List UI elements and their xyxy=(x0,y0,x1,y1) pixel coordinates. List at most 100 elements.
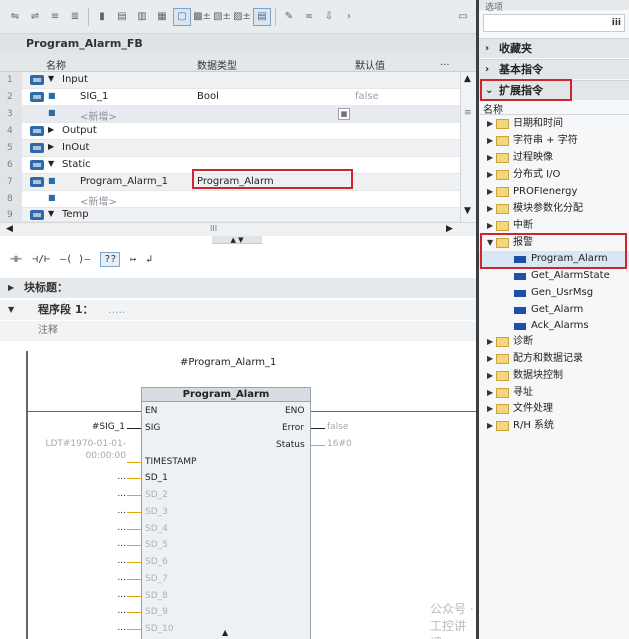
tree-item-get-alarm[interactable]: Get_Alarm xyxy=(479,302,629,318)
splitter-handle[interactable]: ▲ ▼ xyxy=(212,236,262,244)
close-branch-button[interactable]: ↲ xyxy=(146,254,152,265)
scroll-thumb[interactable]: III xyxy=(210,224,217,233)
expand-arrow-icon[interactable]: ▶ xyxy=(487,401,493,417)
sd-operand[interactable]: ... xyxy=(110,590,126,600)
collapse-arrow-icon[interactable]: ▼ xyxy=(48,159,54,168)
tree-item-get-alarmstate[interactable]: Get_AlarmState xyxy=(479,268,629,284)
grid-icon[interactable]: ▤ xyxy=(253,7,271,26)
tree-item-file-handling[interactable]: ▶ 文件处理 xyxy=(479,401,629,417)
sd-operand[interactable]: ... xyxy=(110,556,126,566)
sd-operand[interactable]: ... xyxy=(110,472,126,482)
tree-item-process-image[interactable]: ▶ 过程映像 xyxy=(479,150,629,166)
timestamp-operand[interactable]: LDT#1970-01-01-00:00:00 xyxy=(40,438,126,462)
interface-row[interactable]: 2 ■ SIG_1 Bool false xyxy=(0,89,460,106)
empty-box-button[interactable]: ?? xyxy=(100,251,121,267)
favorites-section[interactable]: › 收藏夹 xyxy=(479,38,629,58)
sd-operand[interactable]: ... xyxy=(110,489,126,499)
expand-arrow-icon[interactable]: ▶ xyxy=(487,368,493,384)
expand-arrow-icon[interactable]: ▶ xyxy=(487,184,493,200)
tree-item-diagnostics[interactable]: ▶ 诊断 xyxy=(479,334,629,350)
status-operand[interactable]: 16#0 xyxy=(327,439,352,449)
interface-row[interactable]: 8 ■ <新增> xyxy=(0,191,460,208)
expand-arrow-icon[interactable]: ▶ xyxy=(48,142,54,151)
open-branch-button[interactable]: ↦ xyxy=(130,254,136,265)
tree-item-recipes[interactable]: ▶ 配方和数据记录 xyxy=(479,351,629,367)
toolbar-more-icon[interactable]: › xyxy=(340,8,358,26)
tree-item-profienergy[interactable]: ▶ PROFIenergy xyxy=(479,184,629,200)
add-row-icon[interactable]: ≣ xyxy=(66,8,84,26)
snapshot-icon[interactable]: ▨± xyxy=(233,8,251,26)
tree-item-interrupts[interactable]: ▶ 中断 xyxy=(479,218,629,234)
search-options-icon[interactable]: iii xyxy=(612,18,621,28)
collapse-arrow-icon[interactable]: ▼ xyxy=(48,209,54,218)
compare-icon[interactable]: ✎ xyxy=(280,8,298,26)
network-comment[interactable]: 注释 xyxy=(0,321,476,341)
expand-arrow-icon[interactable]: ▶ xyxy=(487,218,493,234)
coil-button[interactable]: –( )– xyxy=(60,254,90,265)
interface-row[interactable]: 3 ■ <新增> ▦ xyxy=(0,106,460,123)
row-name[interactable]: <新增> xyxy=(80,108,117,123)
sd-operand[interactable]: ... xyxy=(110,573,126,583)
abs-icon[interactable]: ▮ xyxy=(93,8,111,26)
monitor-icon[interactable]: ▧± xyxy=(213,8,231,26)
interface-horizontal-scrollbar[interactable]: ◀ III ▶ xyxy=(0,222,476,236)
expand-arrow-icon[interactable]: ▶ xyxy=(487,334,493,350)
link-icon[interactable]: ∞ xyxy=(300,8,318,26)
row-type[interactable]: Bool xyxy=(197,91,219,102)
scroll-right-icon[interactable]: ▶ xyxy=(446,224,453,234)
insert-row-icon[interactable]: ≡ xyxy=(46,8,64,26)
interface-row[interactable]: 5 ▶ InOut xyxy=(0,140,460,157)
expand-arrow-icon[interactable]: ▶ xyxy=(487,167,493,183)
interface-row[interactable]: 9 ▼ Temp xyxy=(0,208,460,222)
tree-item-module-params[interactable]: ▶ 模块参数化分配 xyxy=(479,201,629,217)
sd-operand[interactable]: ... xyxy=(110,623,126,633)
tree-item-db-control[interactable]: ▶ 数据块控制 xyxy=(479,368,629,384)
scroll-down-icon[interactable]: ▼ xyxy=(464,206,471,216)
expand-arrow-icon[interactable]: ▶ xyxy=(487,150,493,166)
delete-network-icon[interactable]: ⇌ xyxy=(26,8,44,26)
scroll-left-icon[interactable]: ◀ xyxy=(6,224,13,234)
expand-arrow-icon[interactable]: ▶ xyxy=(487,385,493,401)
nc-contact-button[interactable]: ⊣/⊢ xyxy=(32,254,50,265)
network-title-placeholder[interactable]: ..... xyxy=(108,300,125,320)
tree-item-addressing[interactable]: ▶ 寻址 xyxy=(479,385,629,401)
collapse-arrow-icon[interactable]: ▼ xyxy=(8,300,14,320)
comment-toggle-icon[interactable]: ▢ xyxy=(173,7,191,26)
expand-icon[interactable]: ▤ xyxy=(113,8,131,26)
type-picker-icon[interactable]: ▦ xyxy=(338,108,350,120)
sd-operand[interactable]: ... xyxy=(110,539,126,549)
instruction-search[interactable]: iii xyxy=(483,14,625,32)
expand-arrow-icon[interactable]: ▶ xyxy=(48,125,54,134)
sd-operand[interactable]: ... xyxy=(110,506,126,516)
insert-network-icon[interactable]: ⇋ xyxy=(6,8,24,26)
expand-arrow-icon[interactable]: ▶ xyxy=(8,278,14,298)
tree-item-gen-usrmsg[interactable]: Gen_UsrMsg xyxy=(479,285,629,301)
collapse-icon[interactable]: ▥ xyxy=(133,8,151,26)
tree-item-ack-alarms[interactable]: Ack_Alarms xyxy=(479,318,629,334)
scroll-grip-icon[interactable]: ≡ xyxy=(464,108,472,118)
collapse-arrow-icon[interactable]: ▼ xyxy=(48,74,54,83)
toolbar-pin-icon[interactable]: ▭ xyxy=(454,8,472,26)
sd-operand[interactable]: ... xyxy=(110,606,126,616)
expand-arrow-icon[interactable]: ▶ xyxy=(487,133,493,149)
expand-arrow-icon[interactable]: ▶ xyxy=(487,418,493,434)
network-header[interactable]: ▼ 程序段 1： ..... xyxy=(0,300,476,320)
sd-operand[interactable]: ... xyxy=(110,523,126,533)
favorites-icon[interactable]: ▩± xyxy=(193,8,211,26)
tree-item-strings[interactable]: ▶ 字符串 + 字符 xyxy=(479,133,629,149)
no-contact-button[interactable]: ⊣⊢ xyxy=(10,254,22,265)
expand-arrow-icon[interactable]: ▶ xyxy=(487,116,493,132)
block-title-bar[interactable]: ▶ 块标题： xyxy=(0,278,476,298)
scroll-up-icon[interactable]: ▲ xyxy=(464,74,471,84)
row-default[interactable]: false xyxy=(355,91,379,102)
tree-item-date-time[interactable]: ▶ 日期和时间 xyxy=(479,116,629,132)
expand-arrow-icon[interactable]: ▶ xyxy=(487,201,493,217)
list-icon[interactable]: ▦ xyxy=(153,8,171,26)
expand-box-icon[interactable]: ▲ xyxy=(222,628,228,637)
row-name[interactable]: <新增> xyxy=(80,193,117,208)
expand-arrow-icon[interactable]: ▶ xyxy=(487,351,493,367)
tree-item-distributed-io[interactable]: ▶ 分布式 I/O xyxy=(479,167,629,183)
error-operand[interactable]: false xyxy=(327,422,348,432)
instance-name[interactable]: #Program_Alarm_1 xyxy=(180,357,276,369)
tree-item-rh-system[interactable]: ▶ R/H 系统 xyxy=(479,418,629,434)
